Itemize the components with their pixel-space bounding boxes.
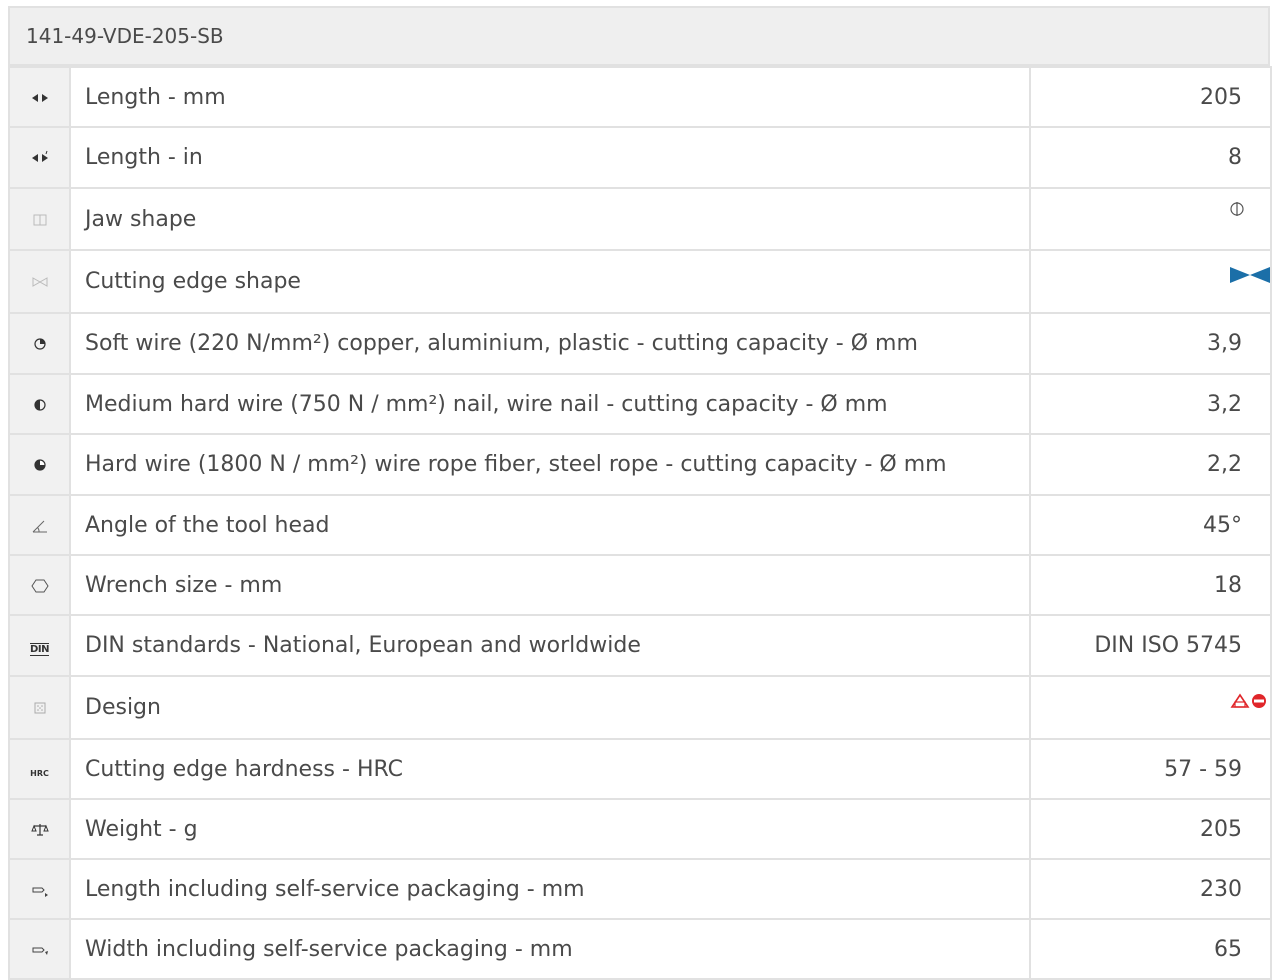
- angle-icon: [30, 516, 50, 536]
- din-icon: DIN: [30, 643, 49, 656]
- row-label: Width including self-service packaging -…: [69, 918, 1031, 980]
- row-label: Weight - g: [69, 798, 1031, 860]
- hard-wire-three-quarter-circle-icon: [30, 455, 50, 475]
- table-row: Cutting edge shape: [8, 249, 1272, 314]
- table-row: Angle of the tool head 45°: [8, 494, 1272, 556]
- table-row: Design: [8, 675, 1272, 740]
- row-value: 3,2: [1029, 373, 1272, 435]
- table-row: Jaw shape: [8, 187, 1272, 251]
- row-value: 205: [1029, 798, 1272, 860]
- row-label: Wrench size - mm: [69, 554, 1031, 616]
- package-length-icon: [30, 880, 50, 900]
- table-row: Hard wire (1800 N / mm²) wire rope fiber…: [8, 433, 1272, 496]
- table-row: HRC Cutting edge hardness - HRC 57 - 59: [8, 738, 1272, 800]
- bowtie-blue-icon: [1230, 265, 1269, 290]
- row-value: 230: [1029, 858, 1272, 920]
- package-width-icon: [30, 940, 50, 960]
- length-arrows-icon: [30, 88, 50, 108]
- table-row: Wrench size - mm 18: [8, 554, 1272, 616]
- cutting-edge-shape-icon: [30, 272, 50, 292]
- row-label: Length including self-service packaging …: [69, 858, 1031, 920]
- row-label: Jaw shape: [69, 187, 1031, 251]
- length-inch-arrows-icon: [30, 148, 50, 168]
- table-row: Medium hard wire (750 N / mm²) nail, wir…: [8, 373, 1272, 435]
- row-label: Length - in: [69, 126, 1031, 189]
- row-value: 18: [1029, 554, 1272, 616]
- table-row: Length - mm 205: [8, 66, 1272, 128]
- spec-table: Length - mm 205 Length - in 8 Jaw shape …: [8, 66, 1272, 980]
- hexagon-icon: [30, 576, 50, 596]
- row-value: 57 - 59: [1029, 738, 1272, 800]
- soft-wire-quarter-circle-icon: [30, 334, 50, 354]
- row-label: Angle of the tool head: [69, 494, 1031, 556]
- table-row: Length including self-service packaging …: [8, 858, 1272, 920]
- row-label: Cutting edge shape: [69, 249, 1031, 314]
- row-label: Soft wire (220 N/mm²) copper, aluminium,…: [69, 312, 1031, 375]
- row-value: DIN ISO 5745: [1029, 614, 1272, 677]
- row-value: 45°: [1029, 494, 1272, 556]
- table-row: Width including self-service packaging -…: [8, 918, 1272, 980]
- table-row: Weight - g 205: [8, 798, 1272, 860]
- table-row: Soft wire (220 N/mm²) copper, aluminium,…: [8, 312, 1272, 375]
- product-code-header: 141-49-VDE-205-SB: [8, 6, 1270, 66]
- jaw-round-symbol-icon: [1228, 199, 1246, 224]
- design-red-logo-icon: [1230, 691, 1269, 716]
- jaw-shape-icon: [30, 210, 50, 230]
- row-label: Length - mm: [69, 66, 1031, 128]
- scale-icon: [30, 820, 50, 840]
- table-row: DIN DIN standards - National, European a…: [8, 614, 1272, 677]
- row-value: 2,2: [1029, 433, 1272, 496]
- row-label: Hard wire (1800 N / mm²) wire rope fiber…: [69, 433, 1031, 496]
- design-pattern-icon: [30, 698, 50, 718]
- medium-wire-half-circle-icon: [30, 395, 50, 415]
- row-label: Design: [69, 675, 1031, 740]
- row-value: 3,9: [1029, 312, 1272, 375]
- table-row: Length - in 8: [8, 126, 1272, 189]
- hrc-icon: HRC: [30, 768, 49, 778]
- row-value: 65: [1029, 918, 1272, 980]
- spec-panel: 141-49-VDE-205-SB Length - mm 205 Length…: [8, 6, 1272, 980]
- row-value: 8: [1029, 126, 1272, 189]
- row-label: Cutting edge hardness - HRC: [69, 738, 1031, 800]
- row-label: DIN standards - National, European and w…: [69, 614, 1031, 677]
- product-code: 141-49-VDE-205-SB: [26, 24, 224, 48]
- row-value: 205: [1029, 66, 1272, 128]
- row-label: Medium hard wire (750 N / mm²) nail, wir…: [69, 373, 1031, 435]
